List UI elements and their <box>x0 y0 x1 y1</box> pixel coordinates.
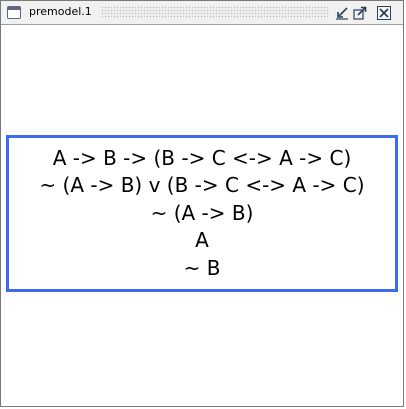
internal-frame: premodel.1 A -> B -> (B -> C <-> A -> C)… <box>0 0 404 407</box>
maximize-button[interactable] <box>353 6 367 20</box>
formula-line: ~ (A -> B) v (B -> C <-> A -> C) <box>39 173 365 198</box>
iconify-icon <box>336 7 348 20</box>
close-icon <box>379 8 389 18</box>
close-button[interactable] <box>377 6 391 20</box>
formula-node[interactable]: A -> B -> (B -> C <-> A -> C) ~ (A -> B)… <box>6 135 398 292</box>
formula-line: ~ (A -> B) <box>150 200 254 225</box>
frame-content: A -> B -> (B -> C <-> A -> C) ~ (A -> B)… <box>1 25 403 406</box>
window-title: premodel.1 <box>29 5 92 18</box>
window-icon <box>7 6 21 19</box>
formula-line: A <box>195 228 209 253</box>
title-bar[interactable]: premodel.1 <box>1 1 403 25</box>
formula-line: A -> B -> (B -> C <-> A -> C) <box>52 145 352 170</box>
formula-line: ~ B <box>183 255 221 280</box>
maximize-icon <box>353 6 367 20</box>
iconify-button[interactable] <box>335 6 349 20</box>
title-bar-grip[interactable] <box>101 6 329 19</box>
